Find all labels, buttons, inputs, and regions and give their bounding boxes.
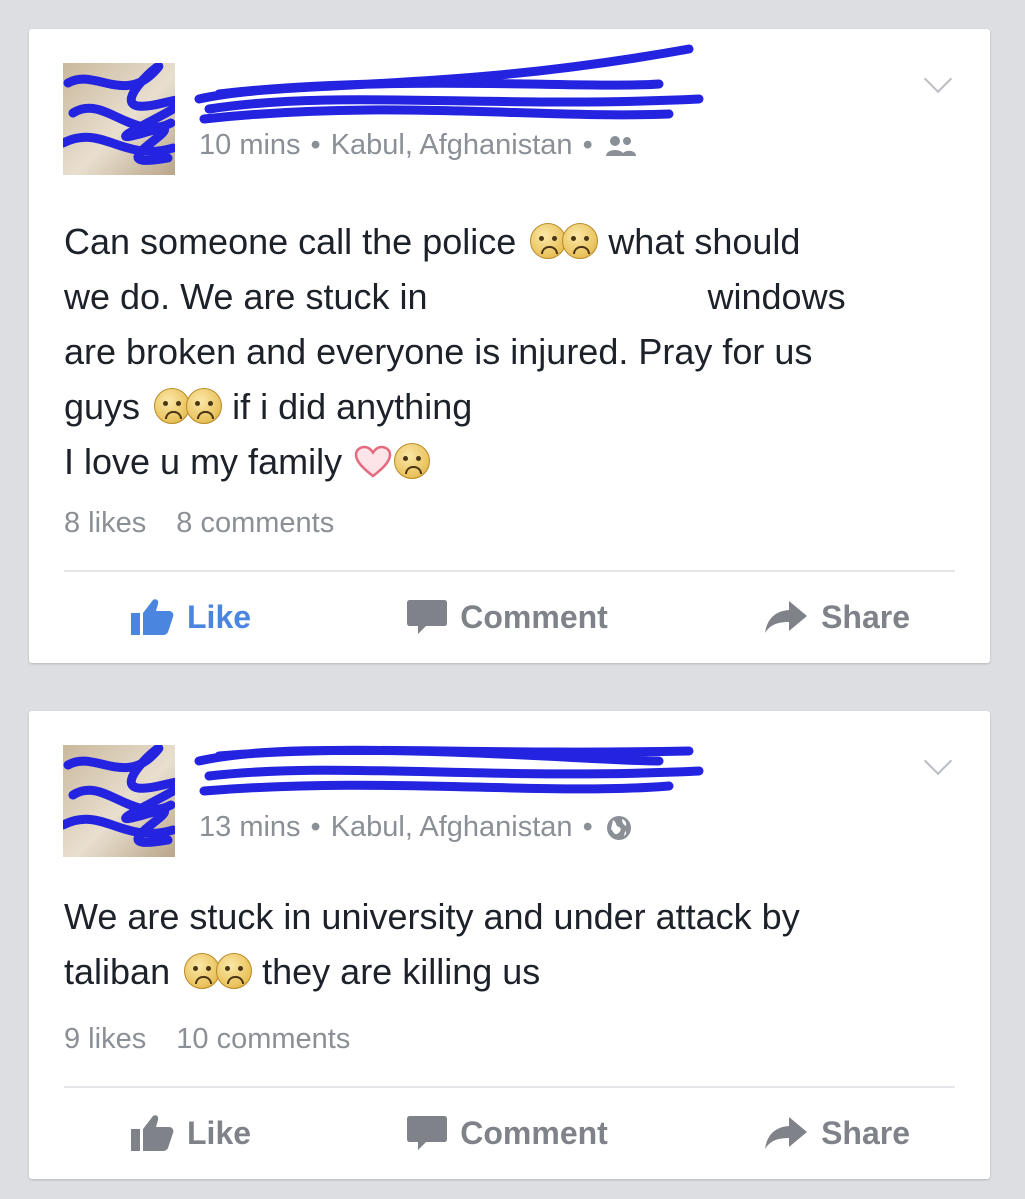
- post-location[interactable]: Kabul, Afghanistan: [331, 129, 573, 162]
- divider: [64, 570, 955, 572]
- author-name-redaction: [194, 44, 704, 124]
- body-line: are broken and everyone is injured. Pray…: [64, 331, 813, 372]
- thumbs-up-icon: [131, 1115, 174, 1151]
- action-bar: Like Comment Share: [29, 1103, 990, 1163]
- crying-face-icon: [154, 388, 191, 424]
- crying-face-icon: [184, 953, 221, 989]
- comment-icon: [407, 600, 448, 634]
- likes-count[interactable]: 8 likes: [64, 507, 146, 539]
- redaction-scribble: [63, 745, 175, 847]
- comments-count[interactable]: 8 comments: [176, 507, 334, 539]
- heart-icon: [354, 445, 392, 478]
- redaction-scribble: [63, 63, 175, 165]
- crying-emoji-pair: [154, 386, 223, 427]
- post-meta: 13 mins • Kabul, Afghanistan •: [199, 811, 633, 844]
- share-button[interactable]: Share: [763, 1114, 910, 1152]
- post-counts: 9 likes 10 comments: [64, 1023, 372, 1056]
- crying-emoji-pair: [530, 221, 599, 262]
- body-line: we do. We are stuck in windows: [64, 276, 846, 317]
- post-location[interactable]: Kabul, Afghanistan: [331, 811, 573, 844]
- share-button[interactable]: Share: [763, 598, 910, 636]
- crying-face-icon: [530, 223, 567, 259]
- crying-face-icon: [394, 443, 431, 479]
- avatar[interactable]: [63, 745, 175, 857]
- comment-button[interactable]: Comment: [406, 597, 608, 637]
- body-line: taliban they are killing us: [64, 951, 541, 992]
- post-time[interactable]: 13 mins: [199, 811, 301, 844]
- author-name-redaction: [194, 745, 704, 796]
- like-button[interactable]: Like: [129, 1113, 251, 1153]
- chevron-down-icon[interactable]: [923, 64, 953, 94]
- chevron-down-icon[interactable]: [923, 746, 953, 776]
- post-card: 10 mins • Kabul, Afghanistan • Can someo…: [29, 29, 990, 663]
- friends-icon: [605, 134, 637, 158]
- avatar[interactable]: [63, 63, 175, 175]
- post-time[interactable]: 10 mins: [199, 129, 301, 162]
- post-counts: 8 likes 8 comments: [64, 507, 356, 540]
- body-line: We are stuck in university and under att…: [64, 896, 800, 937]
- crying-emoji-pair: [184, 951, 253, 992]
- comment-icon: [407, 1116, 448, 1150]
- globe-icon: [605, 814, 633, 842]
- post-card: 13 mins • Kabul, Afghanistan • We are st…: [29, 711, 990, 1179]
- post-body: Can someone call the police what should …: [64, 214, 960, 489]
- body-line: I love u my family: [64, 434, 960, 489]
- body-line: Can someone call the police what should: [64, 221, 801, 262]
- body-line: guys if i did anything: [64, 386, 473, 427]
- share-arrow-icon: [765, 601, 808, 633]
- likes-count[interactable]: 9 likes: [64, 1023, 146, 1055]
- post-meta: 10 mins • Kabul, Afghanistan •: [199, 129, 637, 162]
- crying-face-icon: [562, 223, 599, 259]
- divider: [64, 1086, 955, 1088]
- action-bar: Like Comment Share: [29, 587, 990, 647]
- share-arrow-icon: [765, 1117, 808, 1149]
- thumbs-up-icon: [131, 599, 174, 635]
- comments-count[interactable]: 10 comments: [176, 1023, 350, 1055]
- post-body: We are stuck in university and under att…: [64, 889, 960, 999]
- comment-button[interactable]: Comment: [406, 1113, 608, 1153]
- crying-face-icon: [216, 953, 253, 989]
- like-button[interactable]: Like: [129, 597, 251, 637]
- crying-face-icon: [186, 388, 223, 424]
